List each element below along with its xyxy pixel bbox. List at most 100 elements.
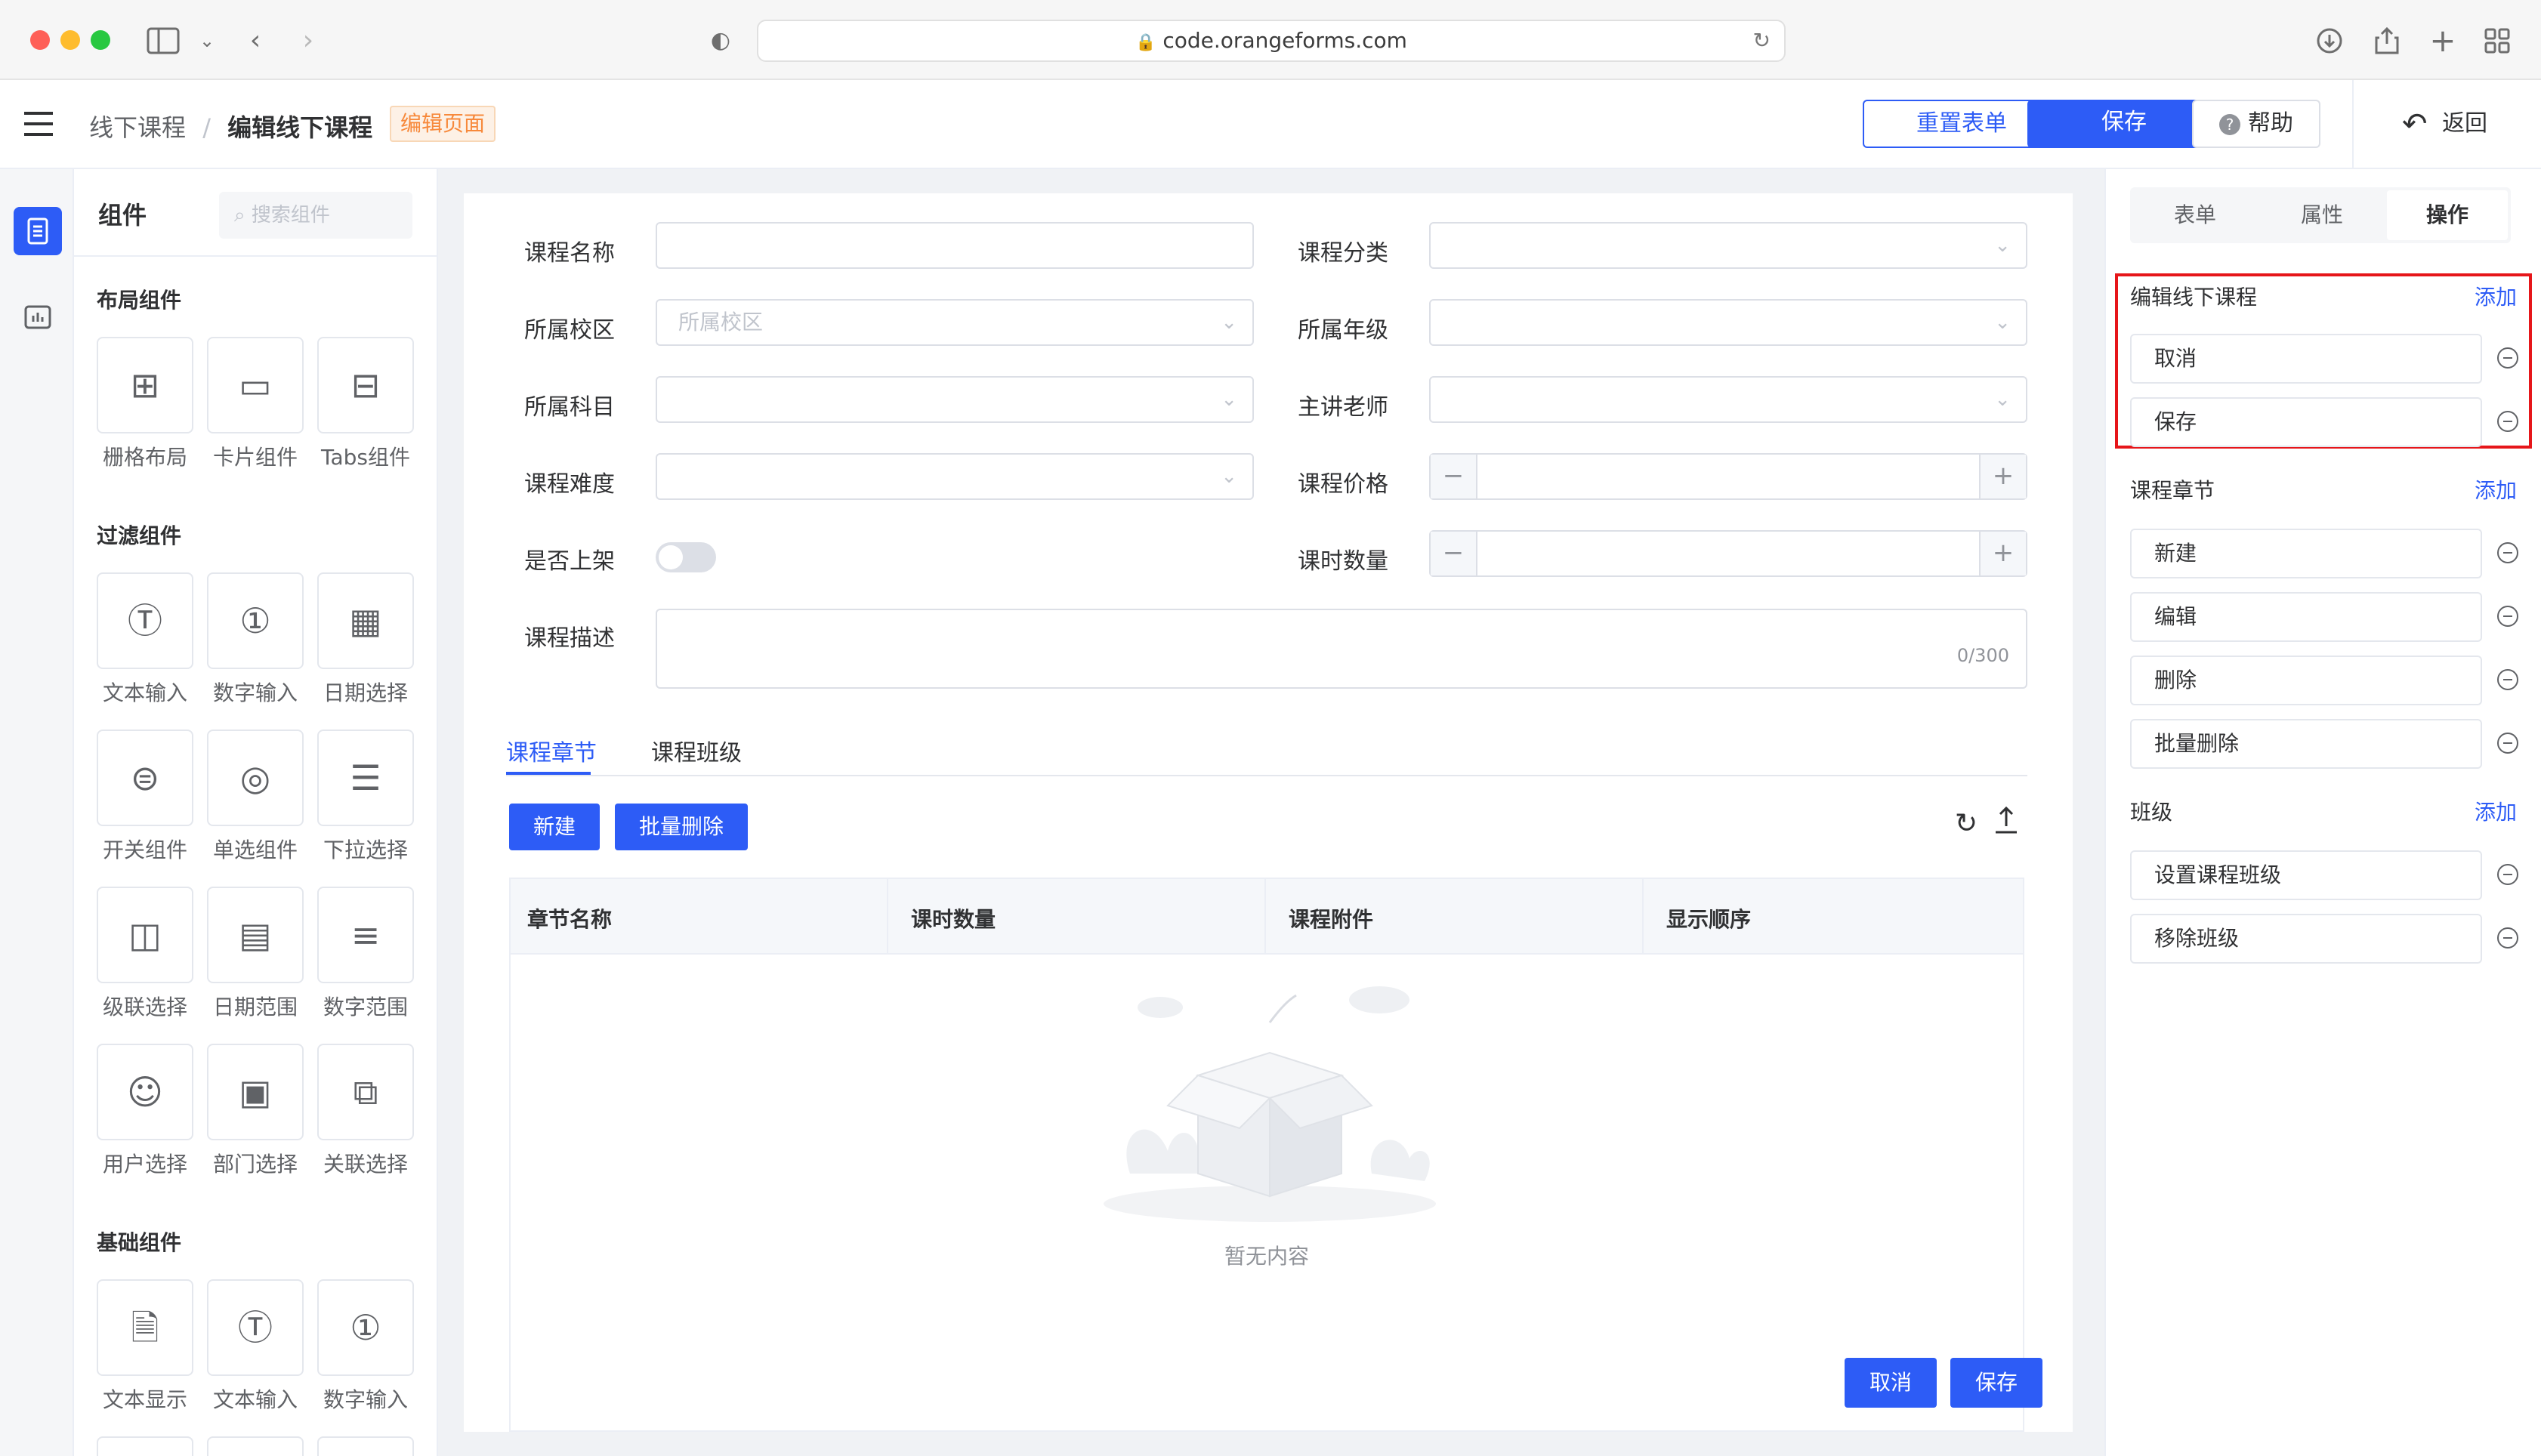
dropdown-icon[interactable]: ☰ <box>317 730 414 826</box>
action-item-new[interactable]: 新建 <box>2130 529 2482 578</box>
chevron-down-icon: ⌄ <box>1994 388 2011 411</box>
lesson-count-number-input[interactable]: − + <box>1429 530 2027 577</box>
number-input-icon[interactable]: ① <box>207 572 304 669</box>
radio-icon[interactable]: ◎ <box>207 730 304 826</box>
tabs-component-icon[interactable]: ⊟ <box>317 337 414 433</box>
action-item-edit[interactable]: 编辑 <box>2130 592 2482 642</box>
action-item-remove-class[interactable]: 移除班级 <box>2130 914 2482 964</box>
share-icon[interactable] <box>2369 23 2405 59</box>
tab-course-classes[interactable]: 课程班级 <box>651 734 742 767</box>
user-select-icon[interactable]: ☺ <box>97 1044 193 1140</box>
tab-actions[interactable]: 操作 <box>2387 190 2508 240</box>
section-add-link[interactable]: 添加 <box>2475 281 2517 311</box>
remove-circle-icon[interactable] <box>2497 927 2518 949</box>
cascader-icon[interactable]: ◫ <box>97 887 193 983</box>
tab-overview-icon[interactable] <box>2479 23 2515 59</box>
tile-label: 数字范围 <box>323 995 408 1020</box>
label-on-shelf: 是否上架 <box>524 548 615 575</box>
relation-select-icon[interactable]: ⧉ <box>317 1044 414 1140</box>
edit-mode-badge: 编辑页面 <box>390 106 496 142</box>
text-input-icon[interactable]: Ⓣ <box>97 572 193 669</box>
date-picker-icon[interactable]: ▦ <box>317 572 414 669</box>
section-add-link[interactable]: 添加 <box>2475 796 2517 826</box>
reload-icon[interactable]: ↻ <box>1753 21 1771 60</box>
help-button[interactable]: ? 帮助 <box>2192 100 2320 148</box>
action-item-set-class[interactable]: 设置课程班级 <box>2130 850 2482 900</box>
text-input-icon[interactable]: Ⓣ <box>207 1279 304 1376</box>
remove-circle-icon[interactable] <box>2497 864 2518 885</box>
price-number-input[interactable]: − + <box>1429 453 2027 500</box>
remove-circle-icon[interactable] <box>2497 542 2518 563</box>
chart-icon[interactable] <box>14 293 62 341</box>
grid-layout-icon[interactable]: ⊞ <box>97 337 193 433</box>
action-item-delete[interactable]: 删除 <box>2130 656 2482 705</box>
card-component-icon[interactable]: ▭ <box>207 337 304 433</box>
difficulty-select[interactable]: ⌄ <box>656 453 1254 500</box>
description-textarea[interactable]: 0/300 <box>656 609 2027 689</box>
breadcrumb-parent[interactable]: 线下课程 <box>89 113 186 142</box>
component-search-input[interactable]: ⌕ 搜索组件 <box>219 192 412 239</box>
minimize-window-button[interactable] <box>60 30 80 50</box>
new-chapter-button[interactable]: 新建 <box>509 804 600 850</box>
download-icon[interactable] <box>2311 23 2348 59</box>
remove-circle-icon[interactable] <box>2497 411 2518 432</box>
shield-icon[interactable]: ◐ <box>702 23 739 59</box>
on-shelf-switch[interactable] <box>656 542 716 572</box>
form-design-icon[interactable] <box>14 207 62 255</box>
chevron-down-icon[interactable]: ⌄ <box>189 23 225 59</box>
department-select-icon[interactable]: ▣ <box>207 1044 304 1140</box>
plus-icon[interactable]: + <box>1979 455 2026 498</box>
course-category-select[interactable]: ⌄ <box>1429 222 2027 269</box>
refresh-icon[interactable]: ↻ <box>1955 808 1978 839</box>
tab-properties[interactable]: 属性 <box>2260 187 2384 243</box>
tile-label: Tabs组件 <box>321 445 410 470</box>
label-description: 课程描述 <box>524 625 615 652</box>
remove-circle-icon[interactable] <box>2497 669 2518 690</box>
remove-circle-icon[interactable] <box>2497 347 2518 369</box>
back-arrow-icon[interactable]: ‹ <box>237 23 273 59</box>
minus-icon[interactable]: − <box>1431 532 1477 575</box>
remove-circle-icon[interactable] <box>2497 606 2518 627</box>
new-tab-icon[interactable]: + <box>2425 23 2461 59</box>
date-range-icon[interactable]: ▤ <box>207 887 304 983</box>
chevron-down-icon: ⌄ <box>1221 388 1237 411</box>
column-chapter-name: 章节名称 <box>527 907 613 932</box>
menu-icon[interactable] <box>24 109 53 136</box>
action-item-batch-delete[interactable]: 批量删除 <box>2130 719 2482 769</box>
number-range-icon[interactable]: ≡ <box>317 887 414 983</box>
minus-icon[interactable]: − <box>1431 455 1477 498</box>
campus-select[interactable]: 所属校区 ⌄ <box>656 299 1254 346</box>
plus-icon[interactable]: + <box>1979 532 2026 575</box>
back-button[interactable]: ↶ 返回 <box>2402 106 2487 143</box>
empty-box-icon <box>1085 977 1455 1226</box>
cancel-button[interactable]: 取消 <box>1845 1358 1937 1408</box>
course-name-input[interactable] <box>656 222 1254 269</box>
batch-delete-button[interactable]: 批量删除 <box>615 804 748 850</box>
label-difficulty: 课程难度 <box>524 471 615 498</box>
footer-save-button[interactable]: 保存 <box>1950 1358 2042 1408</box>
text-display-icon[interactable]: 🗎 <box>97 1279 193 1376</box>
close-window-button[interactable] <box>30 30 50 50</box>
tab-course-chapters[interactable]: 课程章节 <box>506 734 597 767</box>
address-bar[interactable]: 🔒 code.orangeforms.com ↻ <box>757 20 1786 62</box>
export-icon[interactable] <box>1993 804 2020 837</box>
number-input-icon[interactable]: ① <box>317 1279 414 1376</box>
label-campus: 所属校区 <box>524 317 615 344</box>
sidebar-toggle-icon[interactable] <box>145 23 181 59</box>
forward-arrow-icon[interactable]: › <box>290 23 326 59</box>
partial-tile[interactable] <box>207 1436 304 1456</box>
action-item-cancel[interactable]: 取消 <box>2130 334 2482 384</box>
tile-label: 日期范围 <box>212 995 298 1020</box>
grade-select[interactable]: ⌄ <box>1429 299 2027 346</box>
partial-tile[interactable] <box>97 1436 193 1456</box>
teacher-select[interactable]: ⌄ <box>1429 376 2027 423</box>
remove-circle-icon[interactable] <box>2497 733 2518 754</box>
app-header: 线下课程 / 编辑线下课程 编辑页面 重置表单 保存 ? 帮助 ↶ 返回 <box>0 80 2541 169</box>
subject-select[interactable]: ⌄ <box>656 376 1254 423</box>
section-add-link[interactable]: 添加 <box>2475 474 2517 504</box>
zoom-window-button[interactable] <box>91 30 110 50</box>
partial-tile[interactable] <box>317 1436 414 1456</box>
tab-form[interactable]: 表单 <box>2133 187 2257 243</box>
action-item-save[interactable]: 保存 <box>2130 397 2482 447</box>
switch-icon[interactable]: ⊜ <box>97 730 193 826</box>
